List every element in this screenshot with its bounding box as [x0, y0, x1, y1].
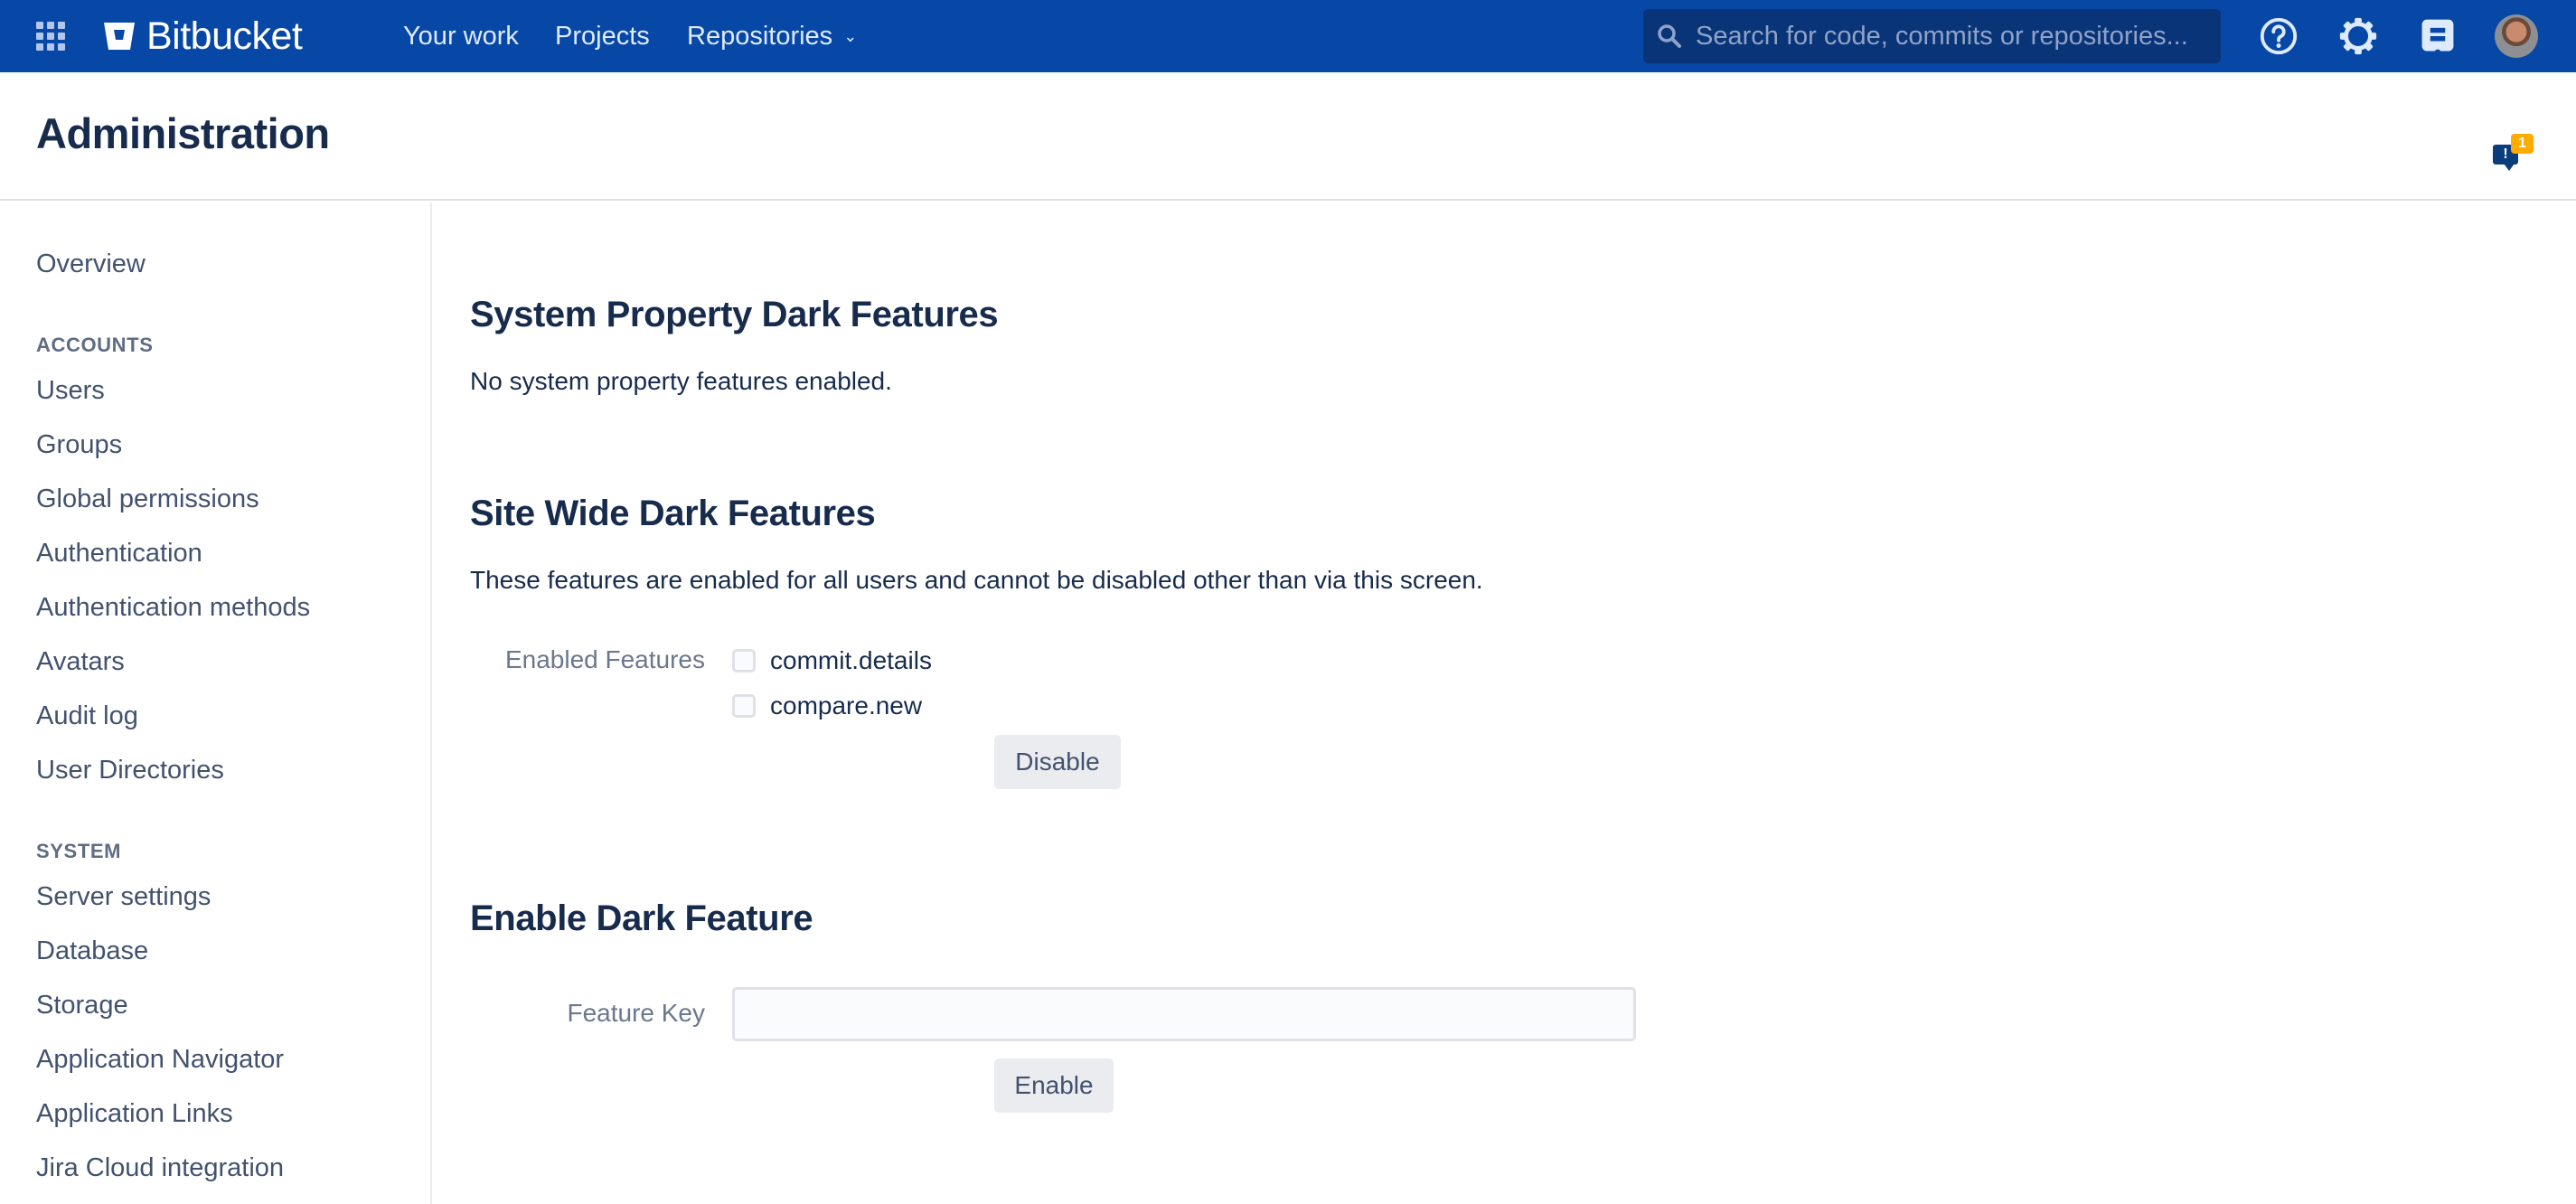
sidebar-item-overview[interactable]: Overview — [36, 249, 146, 279]
app-switcher-grid-icon[interactable] — [36, 22, 65, 51]
notification-count-badge: 1 — [2511, 134, 2534, 154]
system-property-heading: System Property Dark Features — [470, 295, 999, 334]
sidebar-item-audit-log[interactable]: Audit log — [36, 701, 138, 731]
search-box[interactable] — [1643, 9, 2221, 63]
sidebar-heading-system: SYSTEM — [36, 840, 122, 862]
bitbucket-logo[interactable]: Bitbucket — [103, 13, 303, 60]
site-wide-text: These features are enabled for all users… — [470, 566, 1483, 594]
sidebar-item-global-permissions[interactable]: Global permissions — [36, 484, 259, 514]
sidebar-item-jira-cloud-integration[interactable]: Jira Cloud integration — [36, 1153, 284, 1183]
feature-key-field-label: Feature Key — [567, 999, 705, 1027]
logo-text: Bitbucket — [146, 14, 303, 58]
admin-sidebar: Overview ACCOUNTS Users Groups Global pe… — [0, 202, 432, 1204]
settings-gear-icon[interactable] — [2336, 14, 2380, 58]
sidebar-item-authentication[interactable]: Authentication — [36, 539, 202, 569]
page-header: Administration — [0, 72, 2576, 201]
search-icon — [1658, 24, 1681, 48]
sidebar-item-avatars[interactable]: Avatars — [36, 647, 125, 677]
sidebar-item-server-settings[interactable]: Server settings — [36, 882, 211, 912]
feature-checkbox-row[interactable]: compare.new — [732, 688, 922, 724]
sidebar-item-application-navigator[interactable]: Application Navigator — [36, 1045, 284, 1075]
feature-key-input[interactable] — [732, 987, 1636, 1041]
sidebar-item-application-links[interactable]: Application Links — [36, 1099, 233, 1129]
feedback-bubble-tail — [2504, 164, 2515, 171]
enable-dark-feature-heading: Enable Dark Feature — [470, 898, 813, 938]
site-wide-heading: Site Wide Dark Features — [470, 494, 876, 533]
sidebar-item-storage[interactable]: Storage — [36, 991, 128, 1021]
page-title: Administration — [36, 109, 330, 157]
enabled-features-label: Enabled Features — [504, 645, 705, 673]
user-avatar[interactable] — [2495, 14, 2538, 58]
feature-checkbox-commit-details[interactable] — [732, 649, 756, 673]
nav-repositories-dropdown[interactable]: Repositories ⌄ — [687, 18, 857, 54]
feature-key-label: compare.new — [770, 691, 923, 720]
nav-your-work-label: Your work — [403, 22, 519, 51]
disable-button[interactable]: Disable — [994, 735, 1121, 789]
nav-projects[interactable]: Projects — [555, 18, 650, 54]
nav-your-work[interactable]: Your work — [403, 18, 519, 54]
sidebar-item-database[interactable]: Database — [36, 936, 148, 966]
sidebar-item-authentication-methods[interactable]: Authentication methods — [36, 593, 310, 623]
top-navigation-bar: Bitbucket Your work Projects Repositorie… — [0, 0, 2576, 72]
sidebar-item-groups[interactable]: Groups — [36, 430, 122, 460]
feature-checkbox-compare-new[interactable] — [732, 694, 756, 718]
sidebar-item-user-directories[interactable]: User Directories — [36, 756, 224, 785]
whats-new-icon[interactable] — [2416, 14, 2459, 58]
nav-projects-label: Projects — [555, 22, 650, 51]
nav-repositories-label: Repositories — [687, 22, 833, 51]
search-input[interactable] — [1696, 21, 2202, 52]
sidebar-heading-accounts: ACCOUNTS — [36, 334, 154, 356]
sidebar-item-users[interactable]: Users — [36, 376, 105, 406]
help-icon[interactable] — [2257, 14, 2300, 58]
system-property-text: No system property features enabled. — [470, 367, 892, 395]
feature-key-label: commit.details — [770, 646, 932, 674]
feature-checkbox-row[interactable]: commit.details — [732, 643, 932, 679]
main-content: System Property Dark Features No system … — [434, 202, 2576, 1204]
feedback-notification-button[interactable]: ! 1 — [2487, 134, 2534, 177]
bitbucket-bucket-icon — [104, 23, 135, 50]
enable-button[interactable]: Enable — [994, 1058, 1114, 1113]
chevron-down-icon: ⌄ — [843, 27, 858, 45]
